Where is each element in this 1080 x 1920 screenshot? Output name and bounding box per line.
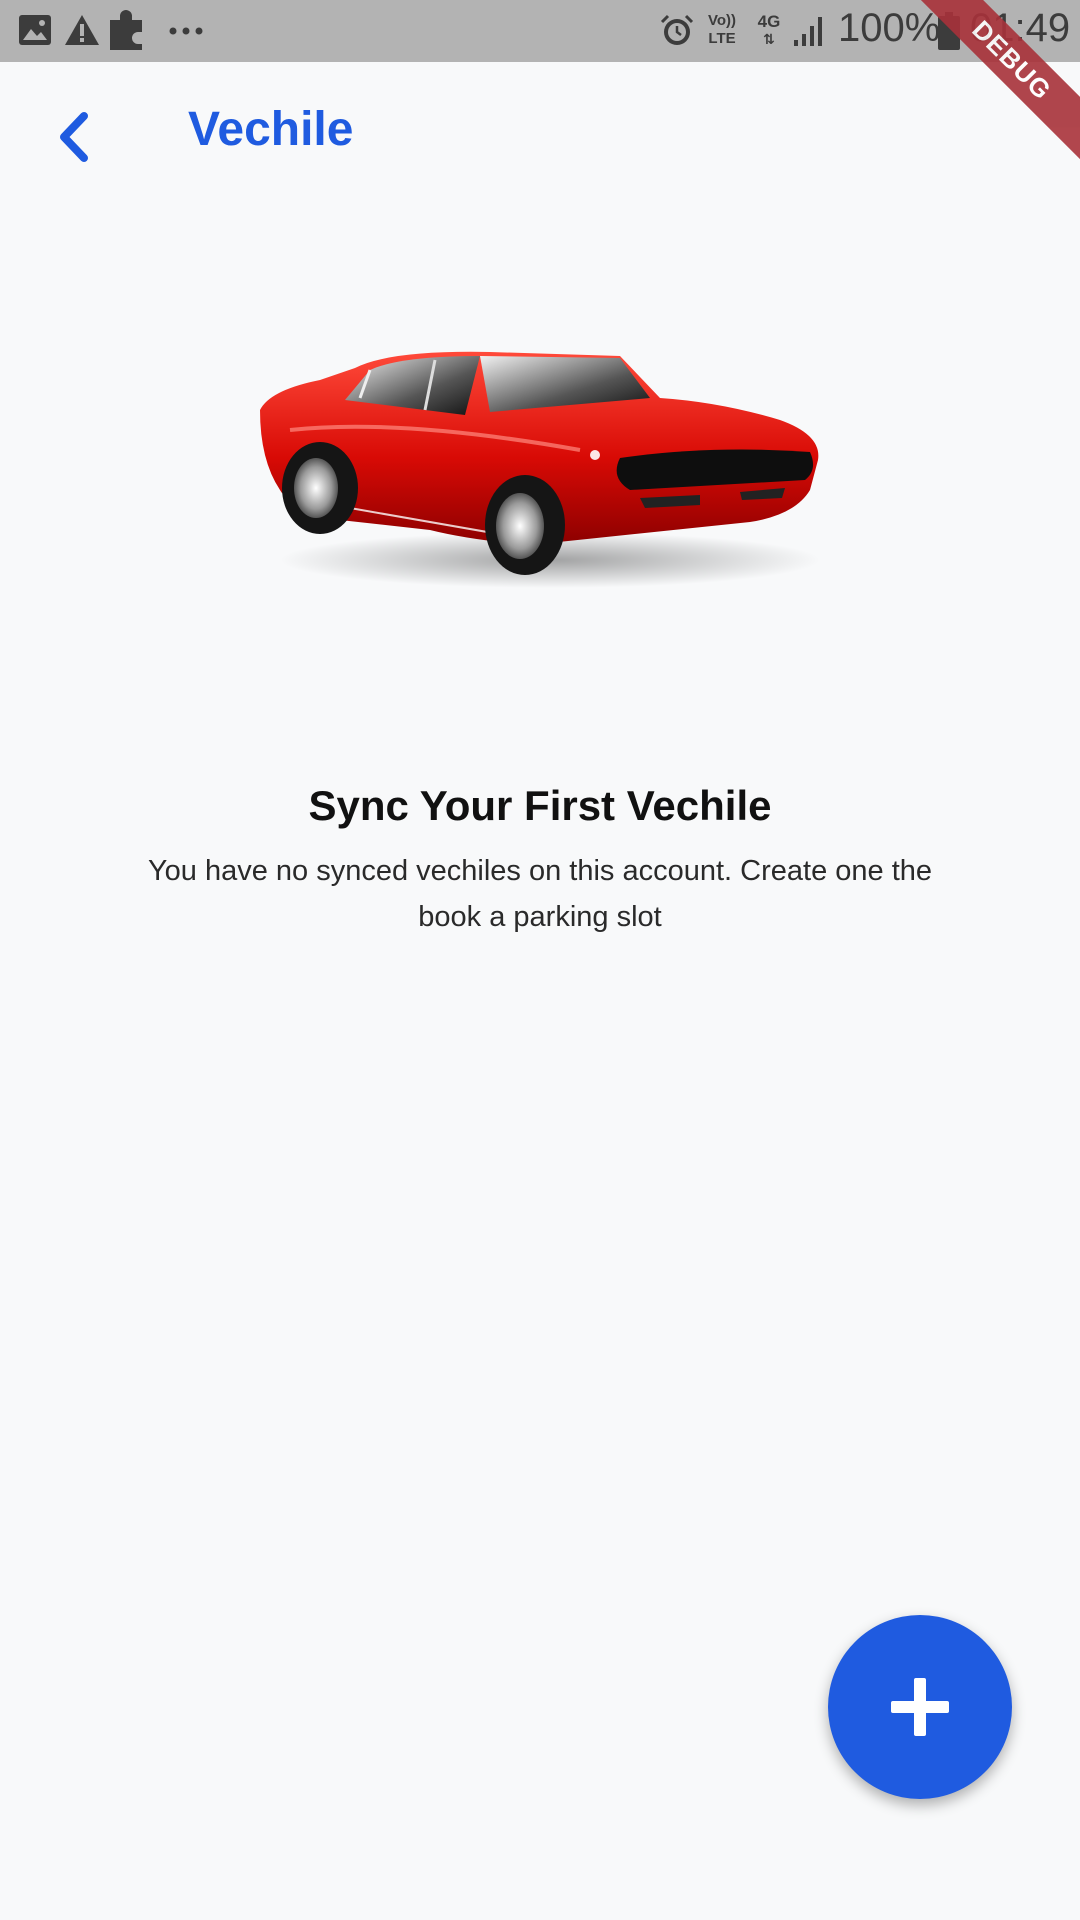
plus-icon	[891, 1678, 949, 1736]
status-bar: Vo)) LTE 4G ⇅ 100% 01:49 DEBUG	[0, 0, 1080, 168]
back-button[interactable]	[40, 102, 110, 172]
chevron-left-icon	[60, 112, 88, 162]
warning-icon	[65, 15, 99, 45]
page-title: Vechile	[188, 103, 354, 156]
empty-state-title: Sync Your First Vechile	[308, 782, 772, 829]
more-dots-icon	[169, 27, 203, 35]
image-icon	[19, 15, 51, 45]
empty-state-description: You have no synced vechiles on this acco…	[147, 855, 933, 933]
puzzle-icon	[110, 10, 142, 50]
add-vehicle-button[interactable]	[828, 1615, 1012, 1799]
4g-icon: 4G ⇅	[757, 12, 781, 47]
red-car-illustration	[260, 351, 820, 588]
alarm-icon	[660, 14, 694, 45]
app-bar: Vechile	[0, 62, 1080, 202]
network-label: 4G	[757, 12, 781, 31]
volte-icon: Vo)) LTE	[707, 12, 737, 47]
battery-percent: 100%	[838, 6, 941, 50]
signal-icon	[794, 17, 822, 46]
